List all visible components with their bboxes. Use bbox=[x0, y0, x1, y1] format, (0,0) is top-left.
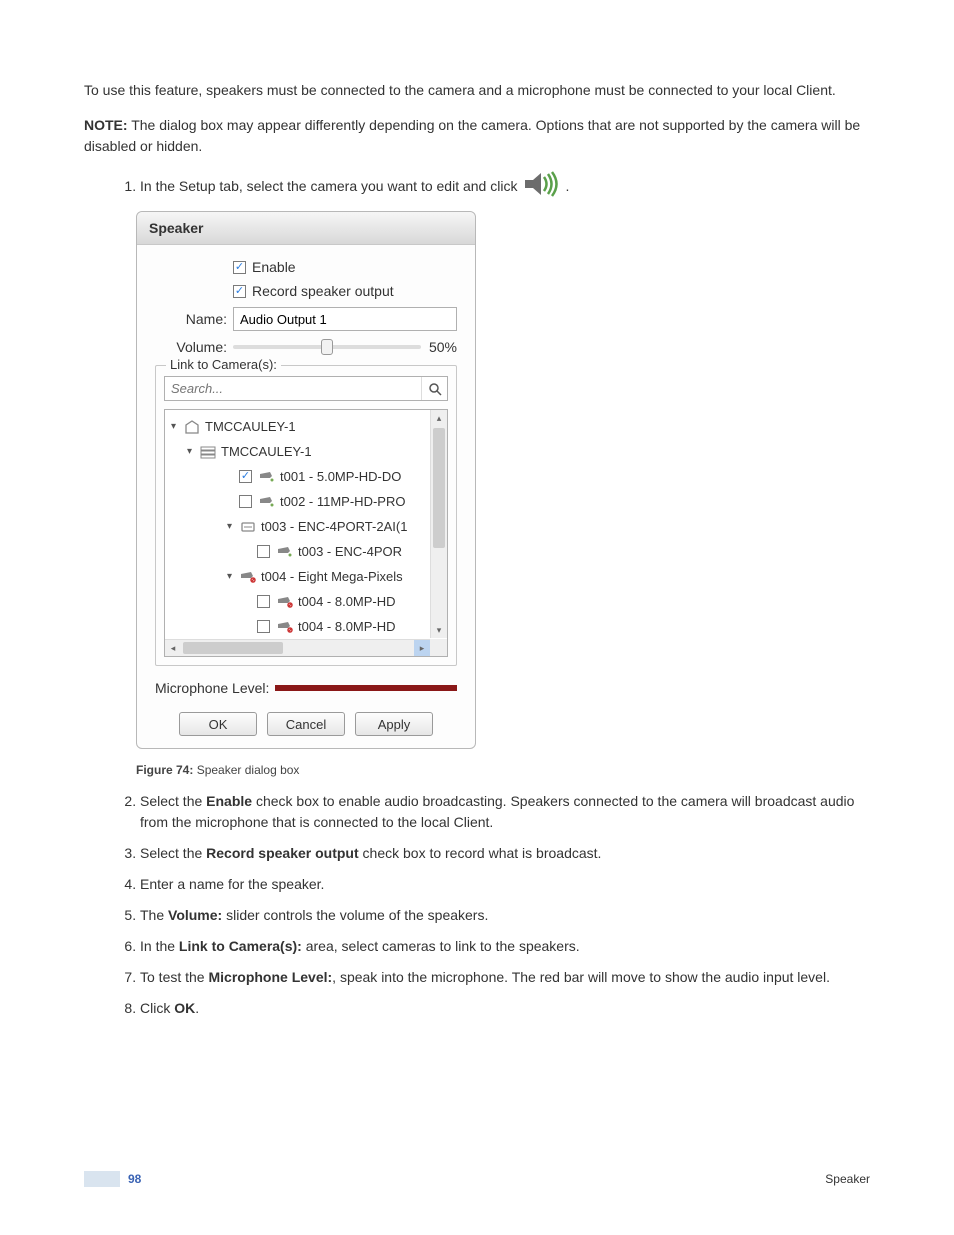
figure-text: Speaker dialog box bbox=[193, 763, 299, 777]
scroll-right-icon[interactable]: ▸ bbox=[414, 640, 430, 656]
camera-search-input[interactable] bbox=[165, 377, 421, 400]
tree-item-label: t004 - Eight Mega-Pixels bbox=[261, 569, 403, 584]
note-body: The dialog box may appear differently de… bbox=[84, 117, 860, 154]
camera-icon bbox=[258, 469, 276, 485]
tree-vertical-scrollbar[interactable]: ▴ ▾ bbox=[430, 410, 447, 638]
expand-caret-icon[interactable] bbox=[171, 421, 181, 432]
camera-tree[interactable]: TMCCAULEY-1 TMCCAULEY-1 t001 - 5.0MP-HD-DO… bbox=[164, 409, 448, 657]
footer-section: Speaker bbox=[825, 1172, 870, 1186]
tree-item-label: TMCCAULEY-1 bbox=[205, 419, 296, 434]
ok-button[interactable]: OK bbox=[179, 712, 257, 736]
expand-caret-icon[interactable] bbox=[227, 571, 237, 582]
mic-level-meter bbox=[275, 685, 457, 691]
tree-item-label: t003 - ENC-4POR bbox=[298, 544, 402, 559]
step-5: The Volume: slider controls the volume o… bbox=[140, 905, 870, 926]
encoder-icon bbox=[239, 519, 257, 535]
tree-horizontal-scrollbar[interactable]: ◂ ▸ bbox=[165, 639, 430, 656]
apply-button[interactable]: Apply bbox=[355, 712, 433, 736]
search-icon[interactable] bbox=[421, 377, 447, 400]
tree-item[interactable]: t003 - ENC-4POR bbox=[165, 539, 447, 564]
tree-item-label: TMCCAULEY-1 bbox=[221, 444, 312, 459]
step-6: In the Link to Camera(s): area, select c… bbox=[140, 936, 870, 957]
page-number: 98 bbox=[128, 1172, 141, 1186]
speaker-sound-icon bbox=[523, 171, 559, 197]
v-scroll-thumb[interactable] bbox=[433, 428, 445, 548]
enable-label: Enable bbox=[252, 259, 296, 275]
tree-item-checkbox[interactable] bbox=[257, 545, 270, 558]
step-1-text-b: . bbox=[565, 176, 569, 197]
enable-checkbox[interactable] bbox=[233, 261, 246, 274]
dialog-title: Speaker bbox=[137, 212, 475, 245]
step-2: Select the Enable check box to enable au… bbox=[140, 791, 870, 833]
tree-item-label: t003 - ENC-4PORT-2AI(1 bbox=[261, 519, 407, 534]
tree-item[interactable]: t004 - Eight Mega-Pixels bbox=[165, 564, 447, 589]
name-label: Name: bbox=[155, 311, 227, 327]
tree-item[interactable]: t003 - ENC-4PORT-2AI(1 bbox=[165, 514, 447, 539]
tree-item-checkbox[interactable] bbox=[257, 620, 270, 633]
volume-label: Volume: bbox=[155, 339, 227, 355]
step-4: Enter a name for the speaker. bbox=[140, 874, 870, 895]
step-1: In the Setup tab, select the camera you … bbox=[140, 171, 870, 197]
tree-item-label: t001 - 5.0MP-HD-DO bbox=[280, 469, 401, 484]
figure-caption: Figure 74: Speaker dialog box bbox=[136, 763, 870, 777]
site-icon bbox=[183, 419, 201, 435]
tree-item[interactable]: t004 - 8.0MP-HD bbox=[165, 589, 447, 614]
name-input[interactable] bbox=[233, 307, 457, 331]
speaker-dialog: Speaker Enable Record speaker output Nam… bbox=[136, 211, 476, 749]
step-8: Click OK. bbox=[140, 998, 870, 1019]
camera-group-icon bbox=[276, 619, 294, 635]
record-output-checkbox[interactable] bbox=[233, 285, 246, 298]
step-1-text-a: In the Setup tab, select the camera you … bbox=[140, 176, 517, 197]
expand-caret-icon[interactable] bbox=[227, 521, 237, 532]
tree-item[interactable]: TMCCAULEY-1 bbox=[165, 439, 447, 464]
volume-thumb[interactable] bbox=[321, 339, 333, 355]
record-output-label: Record speaker output bbox=[252, 283, 394, 299]
note-label: NOTE: bbox=[84, 117, 128, 133]
scroll-corner bbox=[430, 639, 447, 656]
tree-item[interactable]: t004 - 8.0MP-HD bbox=[165, 614, 447, 639]
mic-level-label: Microphone Level: bbox=[155, 680, 269, 696]
camera-group-icon bbox=[239, 569, 257, 585]
tree-item[interactable]: t002 - 11MP-HD-PRO bbox=[165, 489, 447, 514]
page-footer: 98 Speaker bbox=[0, 1171, 954, 1187]
note-text: NOTE: The dialog box may appear differen… bbox=[84, 115, 870, 157]
intro-text: To use this feature, speakers must be co… bbox=[84, 80, 870, 101]
step-3: Select the Record speaker output check b… bbox=[140, 843, 870, 864]
scroll-left-icon[interactable]: ◂ bbox=[165, 640, 181, 656]
tree-item[interactable]: TMCCAULEY-1 bbox=[165, 414, 447, 439]
camera-group-icon bbox=[276, 594, 294, 610]
camera-icon bbox=[276, 544, 294, 560]
camera-icon bbox=[258, 494, 276, 510]
volume-value: 50% bbox=[429, 339, 457, 355]
scroll-down-icon[interactable]: ▾ bbox=[431, 622, 447, 638]
tree-item-label: t002 - 11MP-HD-PRO bbox=[280, 494, 405, 509]
link-legend: Link to Camera(s): bbox=[166, 357, 281, 372]
scroll-up-icon[interactable]: ▴ bbox=[431, 410, 447, 426]
step-7: To test the Microphone Level:, speak int… bbox=[140, 967, 870, 988]
tree-item[interactable]: t001 - 5.0MP-HD-DO bbox=[165, 464, 447, 489]
tree-item-checkbox[interactable] bbox=[239, 470, 252, 483]
link-to-cameras-group: Link to Camera(s): TMCCAULEY-1TMCCAULEY-… bbox=[155, 365, 457, 666]
h-scroll-thumb[interactable] bbox=[183, 642, 283, 654]
cancel-button[interactable]: Cancel bbox=[267, 712, 345, 736]
footer-decoration bbox=[84, 1171, 120, 1187]
figure-number: Figure 74: bbox=[136, 763, 193, 777]
tree-item-checkbox[interactable] bbox=[257, 595, 270, 608]
tree-item-checkbox[interactable] bbox=[239, 495, 252, 508]
server-icon bbox=[199, 444, 217, 460]
tree-item-label: t004 - 8.0MP-HD bbox=[298, 594, 396, 609]
volume-slider[interactable] bbox=[233, 345, 421, 349]
tree-item-label: t004 - 8.0MP-HD bbox=[298, 619, 396, 634]
expand-caret-icon[interactable] bbox=[187, 446, 197, 457]
